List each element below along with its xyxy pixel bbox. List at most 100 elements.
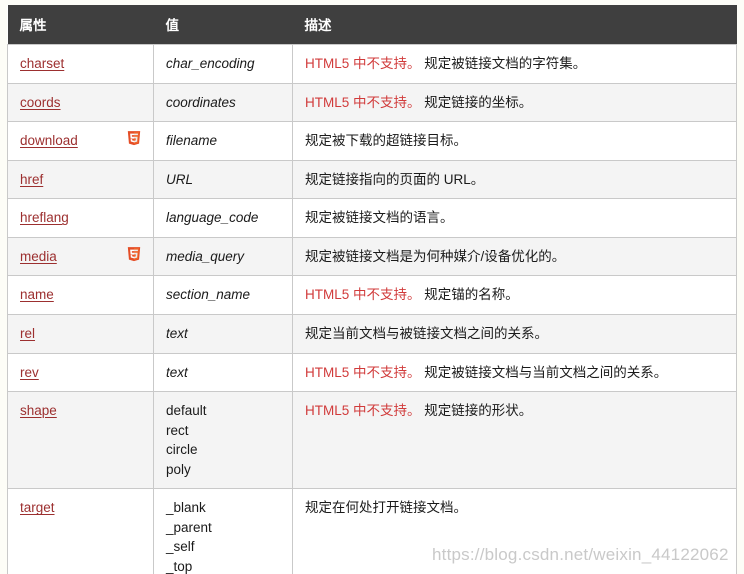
description-text: 规定被链接文档与当前文档之间的关系。 — [424, 364, 668, 380]
attribute-cell-content: rel — [20, 324, 141, 343]
cell-attribute: target — [7, 488, 154, 574]
html5-badge-icon — [127, 246, 141, 263]
description-text: 规定在何处打开链接文档。 — [305, 500, 467, 516]
no-support-notice: HTML5 中不支持。 — [305, 364, 421, 380]
table-row: charset char_encoding HTML5 中不支持。 规定被链接文档的… — [7, 44, 737, 84]
attribute-link-charset[interactable]: charset — [20, 54, 64, 73]
value-list: text — [166, 363, 280, 383]
cell-attribute: shape — [7, 391, 154, 490]
cell-description: HTML5 中不支持。 规定链接的形状。 — [292, 391, 737, 490]
value-list: default rect circle poly — [166, 401, 280, 479]
value-list: coordinates — [166, 93, 280, 113]
value-item: language_code — [166, 210, 259, 226]
attribute-cell-content: target — [20, 498, 141, 517]
table-row: target_blank_parent_self_topframename规定在… — [7, 488, 737, 574]
table-row: name section_name HTML5 中不支持。 规定锚的名称。 — [7, 275, 737, 315]
table-row: href URL 规定链接指向的页面的 URL。 — [7, 159, 737, 200]
column-header-value: 值 — [153, 5, 293, 45]
cell-attribute: name — [7, 275, 154, 315]
cell-attribute: media — [7, 236, 154, 277]
value-item: _top — [166, 559, 193, 574]
attribute-link-shape[interactable]: shape — [20, 401, 57, 420]
value-item: URL — [166, 171, 194, 187]
value-item: poly — [166, 461, 191, 477]
cell-description: HTML5 中不支持。 规定锚的名称。 — [292, 275, 737, 315]
value-item: coordinates — [166, 94, 236, 110]
attribute-cell-content: name — [20, 285, 141, 304]
no-support-notice: HTML5 中不支持。 — [305, 287, 421, 303]
description-text: 规定被链接文档的语言。 — [305, 210, 454, 226]
value-item: rect — [166, 422, 189, 438]
value-item: _blank — [166, 500, 206, 516]
cell-value: char_encoding — [153, 44, 293, 84]
cell-attribute: hreflang — [7, 198, 154, 238]
cell-description: 规定被下载的超链接目标。 — [292, 121, 737, 161]
attribute-cell-content: download — [20, 131, 141, 150]
attribute-link-href[interactable]: href — [20, 170, 43, 189]
value-list: filename — [166, 131, 280, 151]
attribute-cell-content: charset — [20, 54, 141, 73]
attribute-cell-content: shape — [20, 401, 141, 420]
description-text: 规定被下载的超链接目标。 — [305, 133, 467, 149]
cell-attribute: href — [7, 159, 154, 200]
attribute-link-media[interactable]: media — [20, 247, 57, 266]
attribute-cell-content: href — [20, 170, 141, 189]
no-support-notice: HTML5 中不支持。 — [305, 56, 421, 71]
description-text: 规定锚的名称。 — [424, 287, 519, 303]
description-text: 规定链接的形状。 — [424, 403, 533, 419]
cell-attribute: download — [7, 121, 154, 161]
cell-value: default rect circle poly — [153, 391, 293, 490]
table-row: media media_query 规定被链接文档是为何种媒介/设备优化的。 — [7, 236, 737, 277]
cell-description: HTML5 中不支持。 规定被链接文档的字符集。 — [292, 44, 737, 84]
column-header-description: 描述 — [292, 5, 737, 45]
value-item: circle — [166, 442, 198, 458]
value-item: text — [166, 364, 188, 380]
description-text: 规定链接指向的页面的 URL。 — [305, 171, 485, 187]
value-list: char_encoding — [166, 54, 280, 74]
cell-description: 规定链接指向的页面的 URL。 — [292, 159, 737, 200]
attribute-link-download[interactable]: download — [20, 131, 78, 150]
value-list: language_code — [166, 208, 280, 228]
value-list: URL — [166, 170, 280, 190]
cell-attribute: charset — [7, 44, 154, 84]
table-row: coords coordinates HTML5 中不支持。 规定链接的坐标。 — [7, 82, 737, 123]
page-root: 属性 值 描述 charset char_encoding HTML5 中不支持。 … — [0, 0, 744, 574]
html-attributes-table: 属性 值 描述 charset char_encoding HTML5 中不支持。 … — [7, 5, 737, 574]
html5-badge-icon — [127, 131, 141, 147]
value-item: _parent — [166, 519, 212, 535]
attribute-link-rev[interactable]: rev — [20, 363, 39, 382]
cell-value: section_name — [153, 275, 293, 315]
cell-value: URL — [153, 159, 293, 200]
cell-attribute: rev — [7, 352, 154, 393]
cell-attribute: coords — [7, 82, 154, 123]
attribute-link-name[interactable]: name — [20, 285, 54, 304]
attribute-link-hreflang[interactable]: hreflang — [20, 208, 69, 227]
table-row: rel text 规定当前文档与被链接文档之间的关系。 — [7, 313, 737, 354]
no-support-notice: HTML5 中不支持。 — [305, 94, 421, 110]
no-support-notice: HTML5 中不支持。 — [305, 403, 421, 419]
description-text: 规定被链接文档是为何种媒介/设备优化的。 — [305, 248, 566, 264]
cell-description: 规定当前文档与被链接文档之间的关系。 — [292, 313, 737, 354]
description-text: 规定被链接文档的字符集。 — [424, 56, 587, 71]
attribute-cell-content: rev — [20, 363, 141, 382]
attribute-link-coords[interactable]: coords — [20, 93, 61, 112]
cell-value: text — [153, 352, 293, 393]
table-row: download filename 规定被下载的超链接目标。 — [7, 121, 737, 161]
value-list: text — [166, 324, 280, 344]
cell-value: language_code — [153, 198, 293, 238]
value-list: media_query — [166, 247, 280, 267]
value-list: _blank_parent_self_topframename — [166, 498, 280, 574]
attribute-link-target[interactable]: target — [20, 498, 55, 517]
table-row: rev text HTML5 中不支持。 规定被链接文档与当前文档之间的关系。 — [7, 352, 737, 393]
value-item: section_name — [166, 287, 251, 303]
table-header-row: 属性 值 描述 — [7, 5, 737, 45]
column-header-attribute: 属性 — [7, 5, 154, 45]
table-header: 属性 值 描述 — [7, 5, 737, 45]
cell-description: HTML5 中不支持。 规定链接的坐标。 — [292, 82, 737, 123]
description-text: 规定当前文档与被链接文档之间的关系。 — [305, 325, 548, 341]
attribute-link-rel[interactable]: rel — [20, 324, 35, 343]
cell-value: text — [153, 313, 293, 354]
description-text: 规定链接的坐标。 — [424, 94, 533, 110]
value-item: filename — [166, 133, 218, 149]
cell-description: 规定被链接文档是为何种媒介/设备优化的。 — [292, 236, 737, 277]
